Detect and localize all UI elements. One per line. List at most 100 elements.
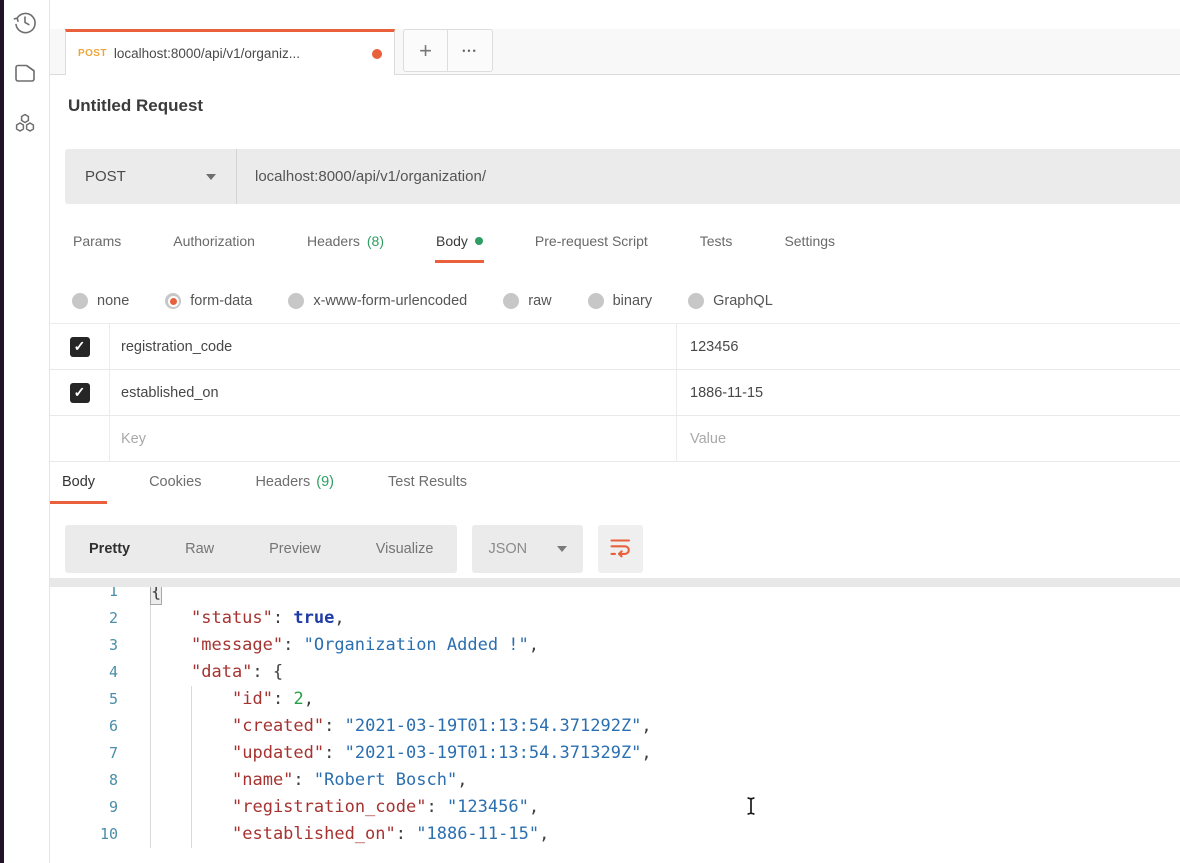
code-token: true bbox=[293, 605, 334, 632]
code-line-9: 9"registration_code": "123456", bbox=[50, 794, 1180, 821]
tab-label: Settings bbox=[784, 233, 835, 249]
indent-guide bbox=[191, 767, 232, 794]
method-select-value: POST bbox=[85, 168, 126, 185]
code-lines: 1{2"status": true,3"message": "Organizat… bbox=[50, 578, 1180, 848]
view-mode-raw[interactable]: Raw bbox=[185, 541, 214, 557]
response-body-editor[interactable]: 1{2"status": true,3"message": "Organizat… bbox=[50, 578, 1180, 863]
request-tab-body[interactable]: Body bbox=[435, 229, 484, 263]
code-token: "Robert Bosch" bbox=[314, 767, 457, 794]
line-number: 7 bbox=[50, 740, 118, 767]
indent-guide bbox=[150, 605, 191, 632]
key-field[interactable]: registration_code bbox=[110, 324, 677, 369]
wrap-text-button[interactable] bbox=[598, 525, 643, 573]
main-panel: POST localhost:8000/api/v1/organiz... + … bbox=[50, 0, 1180, 863]
row-checkbox[interactable]: ✓ bbox=[50, 370, 110, 415]
checkbox-checked-icon: ✓ bbox=[70, 383, 90, 403]
view-mode-visualize[interactable]: Visualize bbox=[376, 541, 434, 557]
indent-guide bbox=[150, 740, 191, 767]
tab-count-badge: (9) bbox=[316, 474, 334, 490]
code-token: , bbox=[641, 713, 651, 740]
code-line-8: 8"name": "Robert Bosch", bbox=[50, 767, 1180, 794]
code-token: "updated" bbox=[232, 740, 324, 767]
response-tab-body[interactable]: Body bbox=[50, 468, 107, 504]
open-request-tab[interactable]: POST localhost:8000/api/v1/organiz... bbox=[65, 29, 395, 75]
tab-label: Headers bbox=[255, 474, 310, 490]
response-format-select[interactable]: JSON bbox=[472, 525, 583, 573]
request-tab-tests[interactable]: Tests bbox=[699, 229, 734, 263]
request-tab-headers[interactable]: Headers(8) bbox=[306, 229, 385, 263]
indent-guide bbox=[150, 713, 191, 740]
body-type-raw[interactable]: raw bbox=[503, 293, 551, 309]
value-field[interactable]: 1886-11-15 bbox=[677, 370, 1180, 415]
line-number: 3 bbox=[50, 632, 118, 659]
response-tabs: Body Cookies Headers (9) Test Results bbox=[50, 468, 1180, 510]
url-input-value: localhost:8000/api/v1/organization/ bbox=[255, 168, 486, 185]
line-number: 2 bbox=[50, 605, 118, 632]
response-tab-test-results[interactable]: Test Results bbox=[376, 468, 479, 504]
editor-top-edge bbox=[50, 578, 1180, 587]
collections-button[interactable] bbox=[10, 60, 40, 90]
indent-guide bbox=[191, 686, 232, 713]
tab-label: Authorization bbox=[173, 233, 255, 249]
environments-button[interactable] bbox=[10, 111, 40, 141]
tab-count-badge: (8) bbox=[367, 233, 384, 249]
environments-icon bbox=[11, 110, 39, 143]
value-field[interactable]: 123456 bbox=[677, 324, 1180, 369]
request-tab-pre-request-script[interactable]: Pre-request Script bbox=[534, 229, 649, 263]
code-token: : bbox=[273, 686, 293, 713]
body-type-selector: none form-data x-www-form-urlencoded raw bin… bbox=[50, 284, 1180, 318]
code-content: "created": "2021-03-19T01:13:54.371292Z"… bbox=[150, 713, 652, 740]
indent-guide bbox=[191, 713, 232, 740]
indent-guide bbox=[150, 794, 191, 821]
key-field[interactable]: established_on bbox=[110, 370, 677, 415]
body-type-label: x-www-form-urlencoded bbox=[313, 293, 467, 309]
code-line-5: 5"id": 2, bbox=[50, 686, 1180, 713]
request-tab-settings[interactable]: Settings bbox=[783, 229, 836, 263]
chevron-down-icon bbox=[206, 174, 216, 180]
method-select[interactable]: POST bbox=[65, 149, 237, 204]
body-type-none[interactable]: none bbox=[72, 293, 129, 309]
value-field-placeholder[interactable]: Value bbox=[677, 416, 1180, 461]
code-token: : bbox=[293, 767, 313, 794]
key-field-placeholder[interactable]: Key bbox=[110, 416, 677, 461]
checkbox-checked-icon: ✓ bbox=[70, 337, 90, 357]
code-token: "name" bbox=[232, 767, 293, 794]
row-checkbox[interactable]: ✓ bbox=[50, 324, 110, 369]
ellipsis-icon: ••• bbox=[462, 46, 477, 56]
code-content: "data": { bbox=[150, 659, 283, 686]
request-tab-authorization[interactable]: Authorization bbox=[172, 229, 256, 263]
body-type-graphql[interactable]: GraphQL bbox=[688, 293, 773, 309]
history-button[interactable] bbox=[10, 9, 40, 39]
request-tab-params[interactable]: Params bbox=[72, 229, 122, 263]
response-tab-cookies[interactable]: Cookies bbox=[137, 468, 213, 504]
code-token: : bbox=[324, 740, 344, 767]
request-name[interactable]: Untitled Request bbox=[68, 96, 1180, 116]
new-tab-button[interactable]: + bbox=[403, 29, 448, 72]
code-token: "created" bbox=[232, 713, 324, 740]
body-type-form-data[interactable]: form-data bbox=[165, 293, 252, 309]
row-checkbox-empty[interactable] bbox=[50, 416, 110, 461]
form-data-new-row: KeyValue bbox=[50, 416, 1180, 462]
form-data-row: ✓ established_on1886-11-15 bbox=[50, 370, 1180, 416]
history-icon bbox=[11, 8, 39, 41]
code-token: "123456" bbox=[447, 794, 529, 821]
code-token: : bbox=[324, 713, 344, 740]
code-line-2: 2"status": true, bbox=[50, 605, 1180, 632]
code-content: "registration_code": "123456", bbox=[150, 794, 539, 821]
response-tab-headers[interactable]: Headers (9) bbox=[243, 468, 346, 504]
indent-guide bbox=[150, 659, 191, 686]
code-token: , bbox=[529, 632, 539, 659]
body-type-label: GraphQL bbox=[713, 293, 773, 309]
code-line-6: 6"created": "2021-03-19T01:13:54.371292Z… bbox=[50, 713, 1180, 740]
form-data-row: ✓ registration_code123456 bbox=[50, 324, 1180, 370]
code-token: : bbox=[426, 794, 446, 821]
more-tabs-button[interactable]: ••• bbox=[448, 29, 493, 72]
body-type-x-www-form-urlencoded[interactable]: x-www-form-urlencoded bbox=[288, 293, 467, 309]
tab-title: localhost:8000/api/v1/organiz... bbox=[114, 46, 300, 61]
url-input[interactable]: localhost:8000/api/v1/organization/ bbox=[237, 149, 1180, 204]
response-toolbar: Pretty Raw Preview Visualize JSON bbox=[65, 525, 1180, 573]
view-mode-preview[interactable]: Preview bbox=[269, 541, 321, 557]
view-mode-pretty[interactable]: Pretty bbox=[89, 541, 130, 557]
body-type-binary[interactable]: binary bbox=[588, 293, 653, 309]
radio-icon bbox=[503, 293, 519, 309]
